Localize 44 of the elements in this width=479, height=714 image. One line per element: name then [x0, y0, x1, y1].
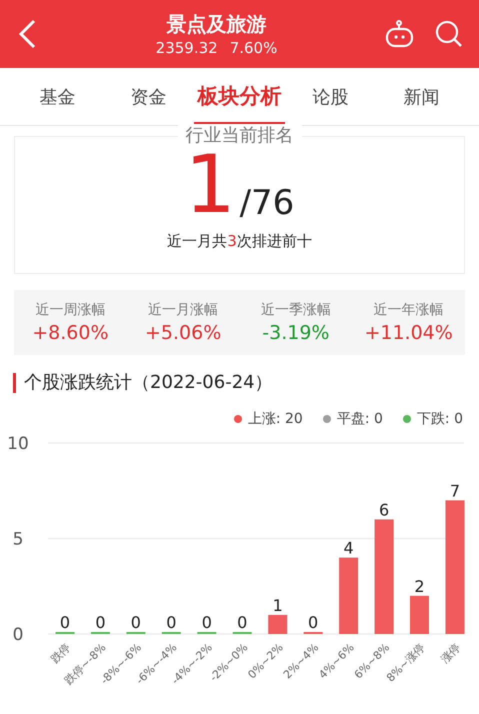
index-change: 7.60% [230, 38, 278, 58]
legend-label: 平盘: 0 [336, 410, 383, 428]
y-tick-label: 5 [12, 530, 24, 550]
period-label: 近一季涨幅 [260, 301, 331, 320]
period-label: 近一年涨幅 [374, 301, 444, 320]
legend-label: 下跌: 0 [416, 410, 463, 428]
search-icon[interactable] [435, 20, 463, 48]
bar-value-label: 6 [378, 500, 390, 520]
period-label: 近一月涨幅 [148, 301, 218, 320]
bar-value-label: 2 [414, 576, 425, 596]
legend-label: 上涨: 20 [248, 410, 303, 428]
period-value: +11.04% [364, 321, 453, 345]
bar-value-label: 0 [130, 613, 141, 632]
bar [410, 596, 429, 634]
section-title: 个股涨跌统计（2022-06-24） [24, 371, 273, 395]
index-price: 2359.32 [156, 38, 218, 58]
period-value: +8.60% [32, 321, 109, 345]
rank-note: 近一月共3次排进前十 [167, 231, 312, 252]
rank-position: 1 [184, 150, 236, 220]
period-value: +5.06% [144, 321, 222, 345]
bar-value-label: 0 [95, 613, 106, 632]
section-marker [13, 372, 16, 392]
header-title: 景点及旅游 [166, 11, 266, 38]
tab[interactable]: 新闻 [376, 68, 467, 125]
bar-value-label: 1 [272, 596, 283, 615]
rank-total: /76 [240, 186, 294, 220]
bar-value-label: 7 [450, 481, 460, 500]
bar-value-label: 0 [166, 613, 176, 632]
robot-icon[interactable] [385, 20, 415, 48]
period-label: 近一周涨幅 [35, 301, 106, 320]
bar-value-label: 0 [308, 613, 318, 632]
period-value: -3.19% [262, 321, 330, 345]
tab[interactable]: 基金 [12, 68, 103, 125]
y-tick-label: 0 [12, 625, 24, 645]
tab[interactable]: 论股 [285, 68, 376, 125]
bar-value-label: 0 [60, 613, 70, 632]
y-tick-label: 10 [7, 434, 29, 454]
bar-value-label: 0 [237, 613, 248, 632]
bar [268, 614, 288, 634]
bar-value-label: 0 [202, 613, 212, 632]
tab[interactable]: 资金 [103, 68, 194, 125]
category-label: 涨停 [438, 640, 464, 666]
category-label: 跌停 [48, 640, 74, 666]
bar-value-label: 4 [344, 538, 354, 558]
